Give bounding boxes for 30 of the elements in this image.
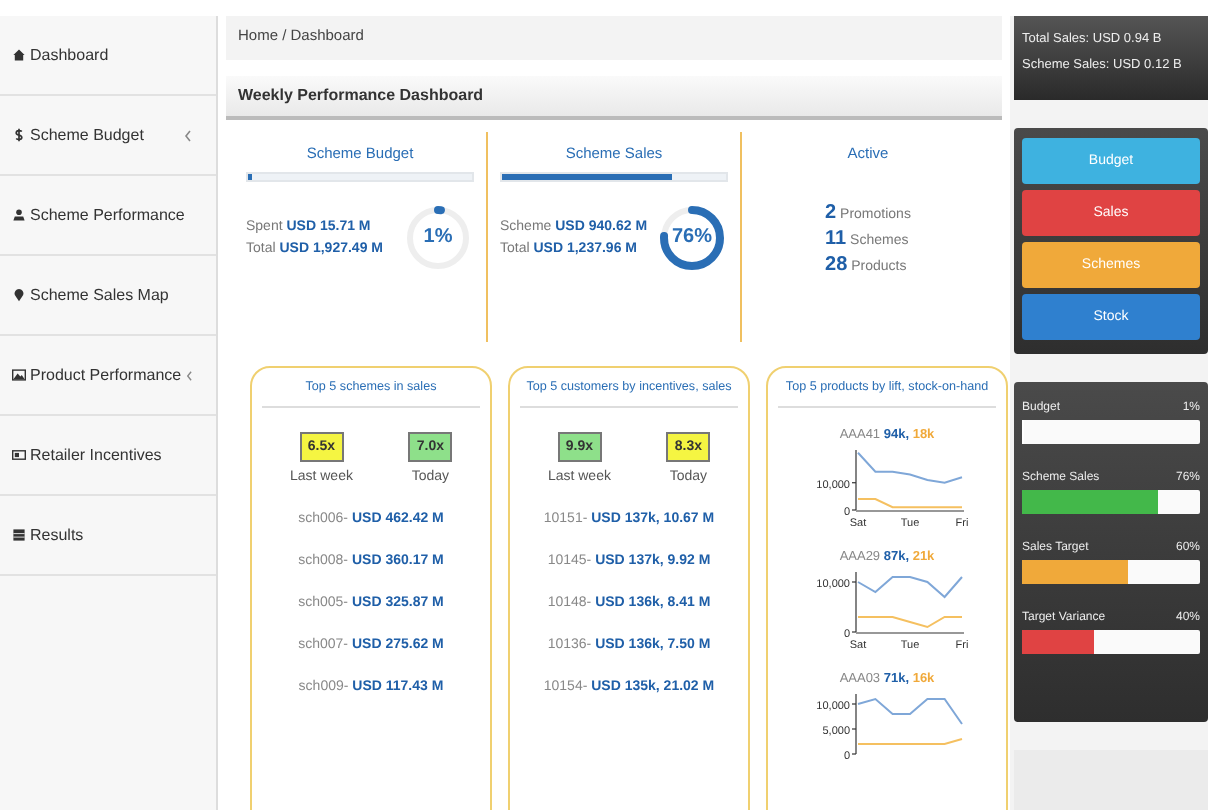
list-icon [12, 528, 26, 542]
panel-title: Weekly Performance Dashboard [226, 76, 1002, 120]
x-axis [854, 632, 964, 634]
ticket-icon [12, 448, 26, 462]
percent-label: 76% [669, 226, 714, 248]
sidebar-item[interactable]: Scheme Budget [0, 96, 216, 176]
data-line [856, 451, 962, 484]
data-line [856, 616, 962, 629]
sidebar-item[interactable]: Dashboard [0, 16, 216, 96]
data-line [856, 576, 962, 599]
x-axis [854, 510, 964, 512]
percent-label: 1% [421, 226, 455, 248]
sidebar-item[interactable]: Retailer Incentives [0, 416, 216, 496]
data-line [856, 738, 962, 745]
home-icon [12, 48, 26, 62]
progress-ring [656, 202, 728, 274]
data-line [856, 498, 962, 509]
person-icon [12, 208, 26, 222]
dollar-icon [12, 128, 26, 142]
sidebar-item[interactable]: Product Performance [0, 336, 216, 416]
y-axis [850, 449, 856, 511]
sidebar-item[interactable]: Scheme Performance [0, 176, 216, 256]
y-axis [850, 693, 856, 755]
data-line [856, 697, 962, 725]
image-icon [12, 368, 26, 382]
map-pin-icon [12, 288, 26, 302]
sidebar-item[interactable]: Scheme Sales Map [0, 256, 216, 336]
y-axis [850, 571, 856, 633]
sidebar-item[interactable]: Results [0, 496, 216, 576]
progress-ring [402, 202, 474, 274]
